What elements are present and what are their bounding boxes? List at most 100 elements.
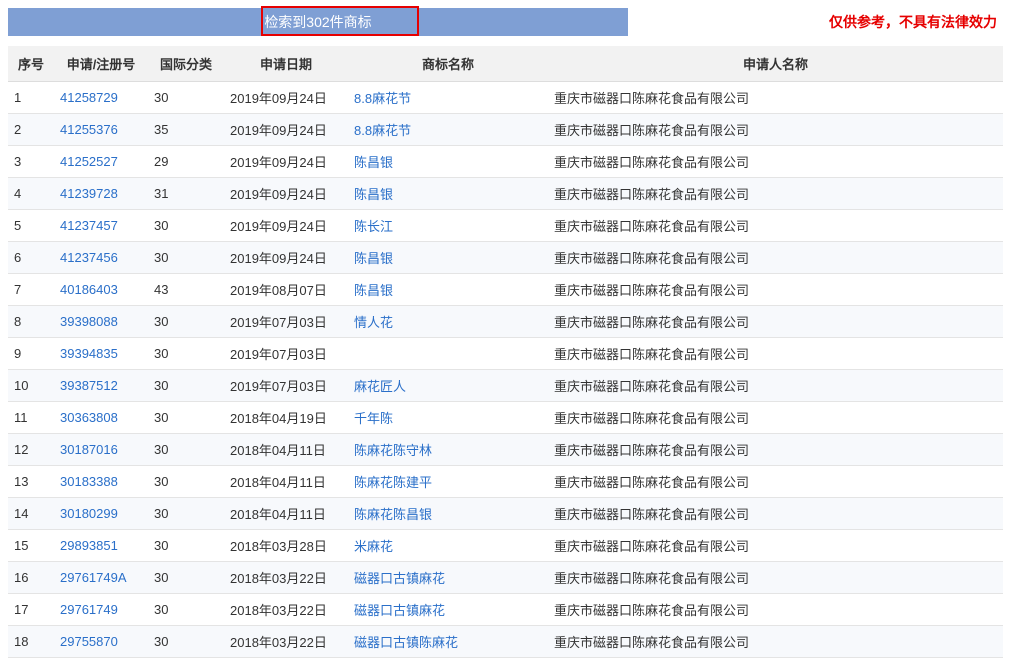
results-table: 序号 申请/注册号 国际分类 申请日期 商标名称 申请人名称 141258729… xyxy=(8,46,1003,658)
cell-appno[interactable]: 29761749 xyxy=(54,594,148,626)
cell-intclass: 30 xyxy=(148,210,224,242)
cell-tmname[interactable]: 磁器口古镇麻花 xyxy=(348,594,548,626)
cell-intclass: 35 xyxy=(148,114,224,146)
cell-applicant: 重庆市磁器口陈麻花食品有限公司 xyxy=(548,402,1003,434)
cell-date: 2018年03月22日 xyxy=(224,594,348,626)
cell-index: 9 xyxy=(8,338,54,370)
cell-tmname[interactable]: 陈麻花陈建平 xyxy=(348,466,548,498)
cell-index: 6 xyxy=(8,242,54,274)
cell-date: 2019年09月24日 xyxy=(224,82,348,114)
cell-appno[interactable]: 39387512 xyxy=(54,370,148,402)
cell-tmname[interactable]: 陈麻花陈昌银 xyxy=(348,498,548,530)
cell-applicant: 重庆市磁器口陈麻花食品有限公司 xyxy=(548,274,1003,306)
cell-tmname xyxy=(348,338,548,370)
cell-intclass: 31 xyxy=(148,178,224,210)
cell-applicant: 重庆市磁器口陈麻花食品有限公司 xyxy=(548,626,1003,658)
cell-appno[interactable]: 41252527 xyxy=(54,146,148,178)
cell-appno[interactable]: 41237456 xyxy=(54,242,148,274)
col-header-tmname: 商标名称 xyxy=(348,46,548,82)
cell-intclass: 30 xyxy=(148,498,224,530)
cell-index: 1 xyxy=(8,82,54,114)
cell-date: 2018年03月28日 xyxy=(224,530,348,562)
cell-appno[interactable]: 41239728 xyxy=(54,178,148,210)
result-count-text: 检索到302件商标 xyxy=(264,14,371,30)
cell-applicant: 重庆市磁器口陈麻花食品有限公司 xyxy=(548,498,1003,530)
cell-applicant: 重庆市磁器口陈麻花食品有限公司 xyxy=(548,530,1003,562)
cell-tmname[interactable]: 情人花 xyxy=(348,306,548,338)
cell-index: 13 xyxy=(8,466,54,498)
cell-index: 17 xyxy=(8,594,54,626)
table-row: 541237457302019年09月24日陈长江重庆市磁器口陈麻花食品有限公司 xyxy=(8,210,1003,242)
cell-intclass: 30 xyxy=(148,594,224,626)
cell-applicant: 重庆市磁器口陈麻花食品有限公司 xyxy=(548,178,1003,210)
table-row: 1230187016302018年04月11日陈麻花陈守林重庆市磁器口陈麻花食品… xyxy=(8,434,1003,466)
cell-appno[interactable]: 29755870 xyxy=(54,626,148,658)
cell-applicant: 重庆市磁器口陈麻花食品有限公司 xyxy=(548,242,1003,274)
cell-appno[interactable]: 30187016 xyxy=(54,434,148,466)
cell-tmname[interactable]: 陈昌银 xyxy=(348,274,548,306)
cell-index: 14 xyxy=(8,498,54,530)
cell-appno[interactable]: 30183388 xyxy=(54,466,148,498)
cell-intclass: 30 xyxy=(148,370,224,402)
table-row: 1130363808302018年04月19日千年陈重庆市磁器口陈麻花食品有限公… xyxy=(8,402,1003,434)
cell-tmname[interactable]: 陈麻花陈守林 xyxy=(348,434,548,466)
cell-date: 2019年09月24日 xyxy=(224,242,348,274)
cell-appno[interactable]: 30363808 xyxy=(54,402,148,434)
cell-appno[interactable]: 41258729 xyxy=(54,82,148,114)
cell-date: 2019年08月07日 xyxy=(224,274,348,306)
cell-tmname[interactable]: 麻花匠人 xyxy=(348,370,548,402)
cell-tmname[interactable]: 千年陈 xyxy=(348,402,548,434)
cell-tmname[interactable]: 陈长江 xyxy=(348,210,548,242)
cell-tmname[interactable]: 米麻花 xyxy=(348,530,548,562)
cell-appno[interactable]: 40186403 xyxy=(54,274,148,306)
cell-appno[interactable]: 39398088 xyxy=(54,306,148,338)
cell-date: 2018年04月19日 xyxy=(224,402,348,434)
col-header-date: 申请日期 xyxy=(224,46,348,82)
cell-appno[interactable]: 41255376 xyxy=(54,114,148,146)
table-row: 839398088302019年07月03日情人花重庆市磁器口陈麻花食品有限公司 xyxy=(8,306,1003,338)
cell-date: 2019年07月03日 xyxy=(224,370,348,402)
result-count-bar: 检索到302件商标 xyxy=(8,8,628,36)
cell-appno[interactable]: 41237457 xyxy=(54,210,148,242)
cell-tmname[interactable]: 8.8麻花节 xyxy=(348,82,548,114)
cell-applicant: 重庆市磁器口陈麻花食品有限公司 xyxy=(548,210,1003,242)
cell-index: 2 xyxy=(8,114,54,146)
cell-applicant: 重庆市磁器口陈麻花食品有限公司 xyxy=(548,434,1003,466)
cell-date: 2019年07月03日 xyxy=(224,306,348,338)
header-row: 检索到302件商标 仅供参考，不具有法律效力 xyxy=(8,8,1003,36)
table-row: 641237456302019年09月24日陈昌银重庆市磁器口陈麻花食品有限公司 xyxy=(8,242,1003,274)
table-row: 441239728312019年09月24日陈昌银重庆市磁器口陈麻花食品有限公司 xyxy=(8,178,1003,210)
table-row: 939394835302019年07月03日重庆市磁器口陈麻花食品有限公司 xyxy=(8,338,1003,370)
table-row: 341252527292019年09月24日陈昌银重庆市磁器口陈麻花食品有限公司 xyxy=(8,146,1003,178)
cell-index: 15 xyxy=(8,530,54,562)
cell-date: 2019年07月03日 xyxy=(224,338,348,370)
cell-date: 2019年09月24日 xyxy=(224,146,348,178)
cell-appno[interactable]: 30180299 xyxy=(54,498,148,530)
cell-date: 2018年04月11日 xyxy=(224,498,348,530)
cell-date: 2018年04月11日 xyxy=(224,434,348,466)
cell-tmname[interactable]: 磁器口古镇陈麻花 xyxy=(348,626,548,658)
cell-applicant: 重庆市磁器口陈麻花食品有限公司 xyxy=(548,306,1003,338)
cell-appno[interactable]: 29893851 xyxy=(54,530,148,562)
cell-index: 18 xyxy=(8,626,54,658)
cell-applicant: 重庆市磁器口陈麻花食品有限公司 xyxy=(548,370,1003,402)
table-row: 740186403432019年08月07日陈昌银重庆市磁器口陈麻花食品有限公司 xyxy=(8,274,1003,306)
table-row: 1039387512302019年07月03日麻花匠人重庆市磁器口陈麻花食品有限… xyxy=(8,370,1003,402)
cell-appno[interactable]: 39394835 xyxy=(54,338,148,370)
table-row: 1829755870302018年03月22日磁器口古镇陈麻花重庆市磁器口陈麻花… xyxy=(8,626,1003,658)
cell-intclass: 30 xyxy=(148,626,224,658)
cell-tmname[interactable]: 陈昌银 xyxy=(348,146,548,178)
table-row: 1729761749302018年03月22日磁器口古镇麻花重庆市磁器口陈麻花食… xyxy=(8,594,1003,626)
cell-intclass: 30 xyxy=(148,434,224,466)
cell-index: 3 xyxy=(8,146,54,178)
cell-tmname[interactable]: 陈昌银 xyxy=(348,242,548,274)
cell-intclass: 29 xyxy=(148,146,224,178)
cell-intclass: 30 xyxy=(148,242,224,274)
cell-date: 2019年09月24日 xyxy=(224,114,348,146)
cell-tmname[interactable]: 8.8麻花节 xyxy=(348,114,548,146)
cell-tmname[interactable]: 陈昌银 xyxy=(348,178,548,210)
table-row: 141258729302019年09月24日8.8麻花节重庆市磁器口陈麻花食品有… xyxy=(8,82,1003,114)
cell-index: 5 xyxy=(8,210,54,242)
cell-applicant: 重庆市磁器口陈麻花食品有限公司 xyxy=(548,594,1003,626)
table-row: 1330183388302018年04月11日陈麻花陈建平重庆市磁器口陈麻花食品… xyxy=(8,466,1003,498)
